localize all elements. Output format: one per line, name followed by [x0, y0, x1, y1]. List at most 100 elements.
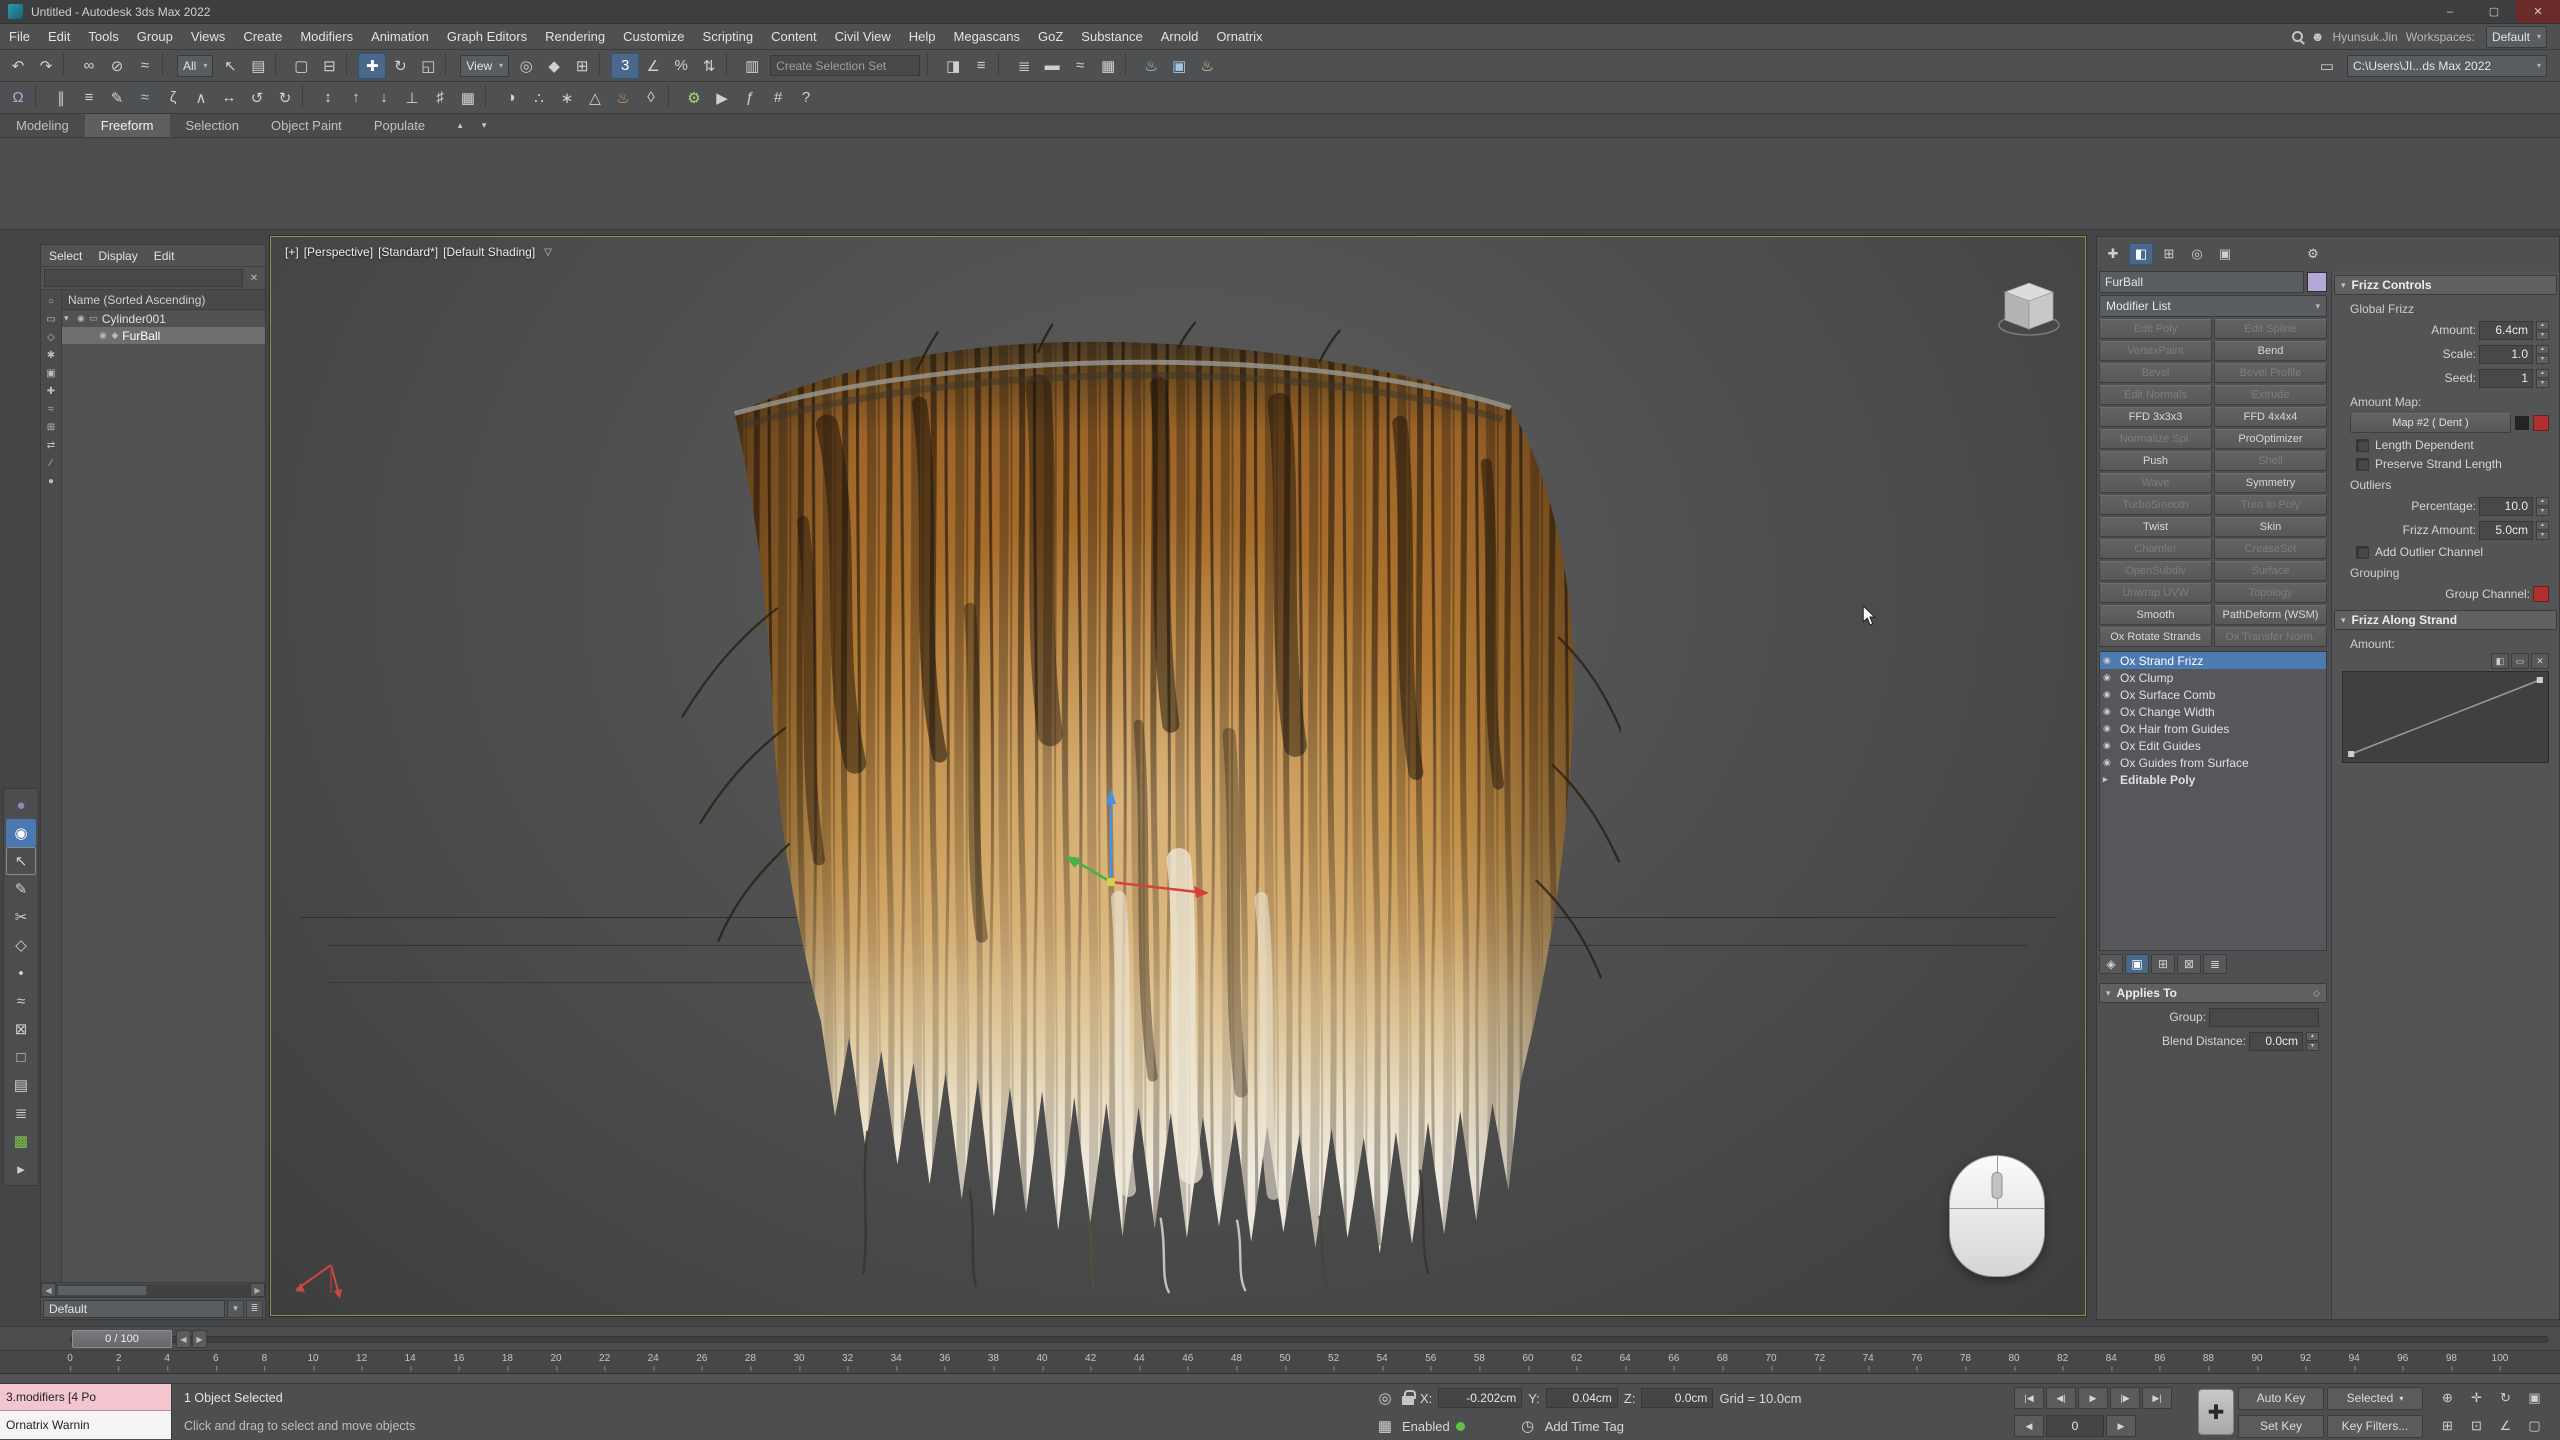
timeline-tick[interactable]: 24 [648, 1353, 659, 1364]
modifier-button[interactable]: PathDeform (WSM) [2214, 605, 2327, 625]
show-end-result-icon[interactable]: ▣ [2125, 954, 2149, 974]
seed-spinner[interactable]: ▲▼ [2536, 369, 2549, 388]
percentage-spinner[interactable]: ▲▼ [2536, 497, 2549, 516]
select-and-manipulate-icon[interactable]: ◆ [540, 53, 568, 79]
orbit-icon[interactable]: ↻ [2492, 1386, 2519, 1410]
menu-item[interactable]: Tools [79, 24, 127, 49]
ox-strand-length-icon[interactable]: ↕ [314, 85, 342, 111]
timeline-tick[interactable]: 42 [1085, 1353, 1096, 1364]
redo-icon[interactable]: ↷ [32, 53, 60, 79]
macro-recorder-line[interactable]: 3.modifiers [4 Po [0, 1384, 171, 1411]
blend-distance-spinner[interactable]: ▲▼ [2306, 1032, 2319, 1051]
modifier-stack-item[interactable]: ◉Ox Edit Guides [2100, 737, 2326, 754]
ox-strand-gravity-icon[interactable]: ↓ [370, 85, 398, 111]
viewport-label-segment[interactable]: [Perspective] [304, 245, 373, 259]
user-name[interactable]: Hyunsuk.Jin [2332, 30, 2397, 44]
perspective-viewport[interactable]: [+][Perspective][Standard*][Default Shad… [270, 236, 2086, 1316]
modifier-button[interactable]: Normalize Spl. [2099, 429, 2212, 449]
modifier-button[interactable]: Edit Poly [2099, 319, 2212, 339]
timeline-tick[interactable]: 12 [356, 1353, 367, 1364]
separator[interactable] [998, 53, 1007, 75]
explorer-menu-icon[interactable]: ≣ [246, 1300, 263, 1318]
reference-coordinate-select[interactable]: View▾ [460, 55, 509, 77]
modifier-button[interactable]: Bevel Profile [2214, 363, 2327, 383]
modifier-visibility-icon[interactable]: ◉ [2103, 655, 2116, 666]
frizz-amount-spinner[interactable]: ▲▼ [2536, 521, 2549, 540]
ox-weaver-icon[interactable]: ▦ [454, 85, 482, 111]
window-crossing-toggle-icon[interactable]: ⊟ [315, 53, 343, 79]
edit-named-selection-sets-icon[interactable]: ▥ [738, 53, 766, 79]
scene-node[interactable]: ◉ ◆FurBall [62, 327, 265, 344]
zoom-icon[interactable]: ⊕ [2434, 1386, 2461, 1410]
menu-item[interactable]: Help [900, 24, 945, 49]
separator[interactable] [927, 53, 936, 75]
separator[interactable] [668, 85, 677, 107]
timeline-tick[interactable]: 94 [2349, 1353, 2360, 1364]
select-and-rotate-icon[interactable]: ↻ [386, 53, 414, 79]
frizz-amount-input[interactable]: 5.0cm [2479, 521, 2533, 540]
transform-gizmo[interactable] [1041, 782, 1211, 912]
filter-groups-icon[interactable]: ⊞ [42, 418, 60, 436]
expander-icon[interactable]: ▾ [64, 313, 74, 324]
modifier-button[interactable]: ProOptimizer [2214, 429, 2327, 449]
named-selection-set-input[interactable]: Create Selection Set [770, 55, 920, 76]
select-and-scale-icon[interactable]: ◱ [414, 53, 442, 79]
percent-snap-icon[interactable]: % [667, 53, 695, 79]
timeline-tick[interactable]: 74 [1863, 1353, 1874, 1364]
viewport-label-segment[interactable]: [+] [285, 245, 299, 259]
ribbon-tab[interactable]: Populate [358, 114, 441, 137]
viewport-filter-icon[interactable]: ▽ [544, 247, 552, 258]
menu-item[interactable]: Modifiers [291, 24, 362, 49]
timeline-tick[interactable]: 54 [1377, 1353, 1388, 1364]
ox-strand-multiplier-icon[interactable]: ∴ [525, 85, 553, 111]
modifier-button[interactable]: Ox Transfer Norm. [2214, 627, 2327, 647]
percentage-input[interactable]: 10.0 [2479, 497, 2533, 516]
rectangular-selection-region-icon[interactable]: ▢ [287, 53, 315, 79]
app-logo-icon[interactable] [8, 4, 23, 19]
menu-item[interactable]: Graph Editors [438, 24, 536, 49]
selection-filter-select[interactable]: All▾ [177, 55, 213, 77]
curve-flat-icon[interactable]: ▭ [2511, 653, 2529, 669]
track-bar[interactable]: 0246810121416182022242628303234363840424… [0, 1350, 2560, 1374]
clear-search-icon[interactable]: ✕ [246, 270, 262, 286]
next-frame-button[interactable]: |▶ [2110, 1387, 2140, 1409]
modifier-button[interactable]: Bevel [2099, 363, 2212, 383]
modifier-visibility-icon[interactable]: ◉ [2103, 757, 2116, 768]
timeline-tick[interactable]: 100 [2492, 1353, 2509, 1364]
y-coordinate-input[interactable]: 0.04cm [1546, 1388, 1618, 1408]
bind-to-space-warp-icon[interactable]: ≈ [131, 53, 159, 79]
amount-input[interactable]: 6.4cm [2479, 321, 2533, 340]
amount-spinner[interactable]: ▲▼ [2536, 321, 2549, 340]
viewport-label-segment[interactable]: [Default Shading] [443, 245, 535, 259]
menu-item[interactable]: GoZ [1029, 24, 1072, 49]
schematic-view-icon[interactable]: ▦ [1094, 53, 1122, 79]
separator[interactable] [162, 53, 171, 75]
timeline-tick[interactable]: 64 [1620, 1353, 1631, 1364]
modifier-button[interactable]: Wave [2099, 473, 2212, 493]
timeline-tick[interactable]: 6 [213, 1353, 219, 1364]
ox-strand-frizz-icon[interactable]: ζ [159, 85, 187, 111]
filter-xrefs-icon[interactable]: ⇄ [42, 436, 60, 454]
curve-tool-icon[interactable]: ≈ [6, 987, 36, 1015]
horizontal-scrollbar[interactable]: ◀ ▶ [41, 1282, 265, 1297]
pan-icon[interactable]: ✛ [2463, 1386, 2490, 1410]
ribbon-tab[interactable]: Modeling [0, 114, 85, 137]
configure-modifier-sets-icon[interactable]: ≣ [2203, 954, 2227, 974]
timeline-tick[interactable]: 72 [1814, 1353, 1825, 1364]
pin-stack-icon[interactable]: ◈ [2099, 954, 2123, 974]
timeline-tick[interactable]: 36 [939, 1353, 950, 1364]
timeline-tick[interactable]: 92 [2300, 1353, 2311, 1364]
modifier-button[interactable]: Twist [2099, 517, 2212, 537]
project-folder-icon[interactable]: ▭ [2313, 53, 2341, 79]
minimize-viewport-icon[interactable]: ▢ [2521, 1414, 2548, 1438]
modifier-button[interactable]: OpenSubdiv [2099, 561, 2212, 581]
separator[interactable] [599, 53, 608, 75]
listener-line[interactable]: Ornatrix Warnin [0, 1411, 171, 1439]
timeline-tick[interactable]: 76 [1911, 1353, 1922, 1364]
align-icon[interactable]: ≡ [967, 53, 995, 79]
close-button[interactable]: ✕ [2516, 0, 2560, 23]
ox-animation-cache-icon[interactable]: ▶ [708, 85, 736, 111]
modifier-stack-item[interactable]: ▸Editable Poly [2100, 771, 2326, 788]
scroll-thumb[interactable] [57, 1285, 147, 1296]
ox-edit-guides-icon[interactable]: ✎ [103, 85, 131, 111]
